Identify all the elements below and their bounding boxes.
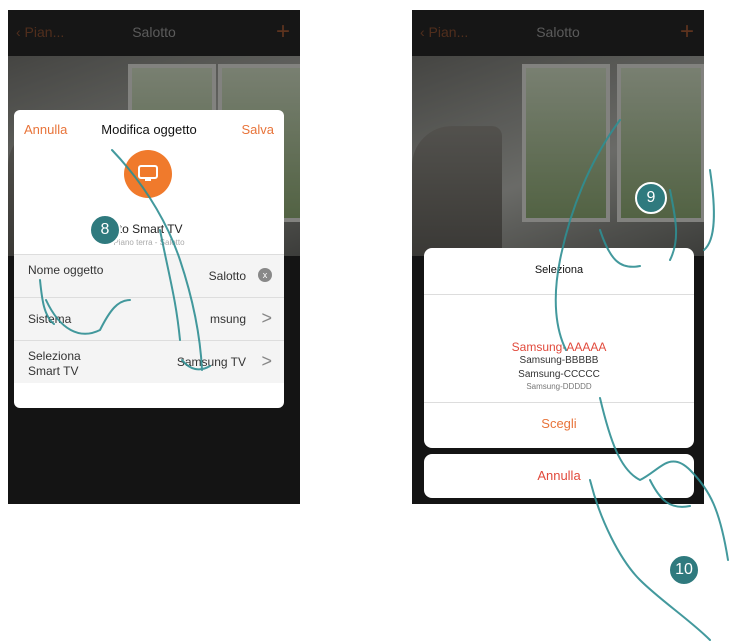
picker-option[interactable]: Samsung-DDDDD bbox=[424, 382, 694, 392]
row-object-name[interactable]: Nome oggetto Salotto x bbox=[14, 254, 284, 297]
picker-option[interactable]: Samsung-CCCCC bbox=[424, 368, 694, 382]
choose-button[interactable]: Scegli bbox=[424, 416, 694, 431]
picker-title: Seleziona bbox=[534, 264, 584, 276]
save-button[interactable]: Salva bbox=[241, 122, 274, 137]
object-icon[interactable] bbox=[124, 150, 172, 198]
object-name: tto Smart TV bbox=[115, 222, 183, 236]
edit-object-dialog: Annulla Modifica oggetto Salva tto Smart… bbox=[14, 110, 284, 408]
picker-option[interactable]: Samsung-BBBBB bbox=[424, 354, 694, 368]
chevron-right-icon: > bbox=[261, 351, 272, 371]
row-value: Samsung TV bbox=[176, 355, 246, 369]
row-value: Salotto bbox=[208, 269, 246, 283]
settings-list: Nome oggetto Salotto x Sistema msung > S… bbox=[14, 254, 284, 383]
step-badge: 9 bbox=[635, 182, 667, 214]
picker-option-selected[interactable]: Samsung-AAAAA bbox=[424, 340, 694, 354]
row-label: Sistema bbox=[28, 312, 72, 326]
chevron-right-icon: > bbox=[261, 308, 272, 328]
tv-icon bbox=[138, 165, 158, 181]
phone-screen-left: ‹ Pian... Salotto + Annulla Modifica ogg… bbox=[8, 10, 300, 504]
cancel-button[interactable]: Annulla bbox=[424, 454, 694, 498]
clear-icon[interactable]: x bbox=[258, 268, 272, 282]
smart-tv-picker: Seleziona Samsung-AAAAA Samsung-BBBBB Sa… bbox=[424, 248, 694, 448]
dialog-header: Annulla Modifica oggetto Salva bbox=[14, 110, 284, 146]
step-badge: 10 bbox=[668, 554, 700, 586]
row-label: Nome oggetto bbox=[28, 263, 104, 277]
picker-options[interactable]: Samsung-AAAAA Samsung-BBBBB Samsung-CCCC… bbox=[424, 340, 694, 392]
row-label: Seleziona Smart TV bbox=[28, 349, 81, 378]
divider bbox=[424, 294, 694, 295]
step-badge: 8 bbox=[89, 214, 121, 246]
divider bbox=[424, 402, 694, 403]
object-location: Piano terra - Salotto bbox=[113, 238, 185, 247]
phone-screen-right: ‹ Pian... Salotto + Seleziona Samsung-AA… bbox=[412, 10, 704, 504]
row-system[interactable]: Sistema msung > bbox=[14, 297, 284, 340]
row-value: msung bbox=[209, 312, 246, 326]
row-select-smart-tv[interactable]: Seleziona Smart TV Samsung TV > bbox=[14, 340, 284, 383]
